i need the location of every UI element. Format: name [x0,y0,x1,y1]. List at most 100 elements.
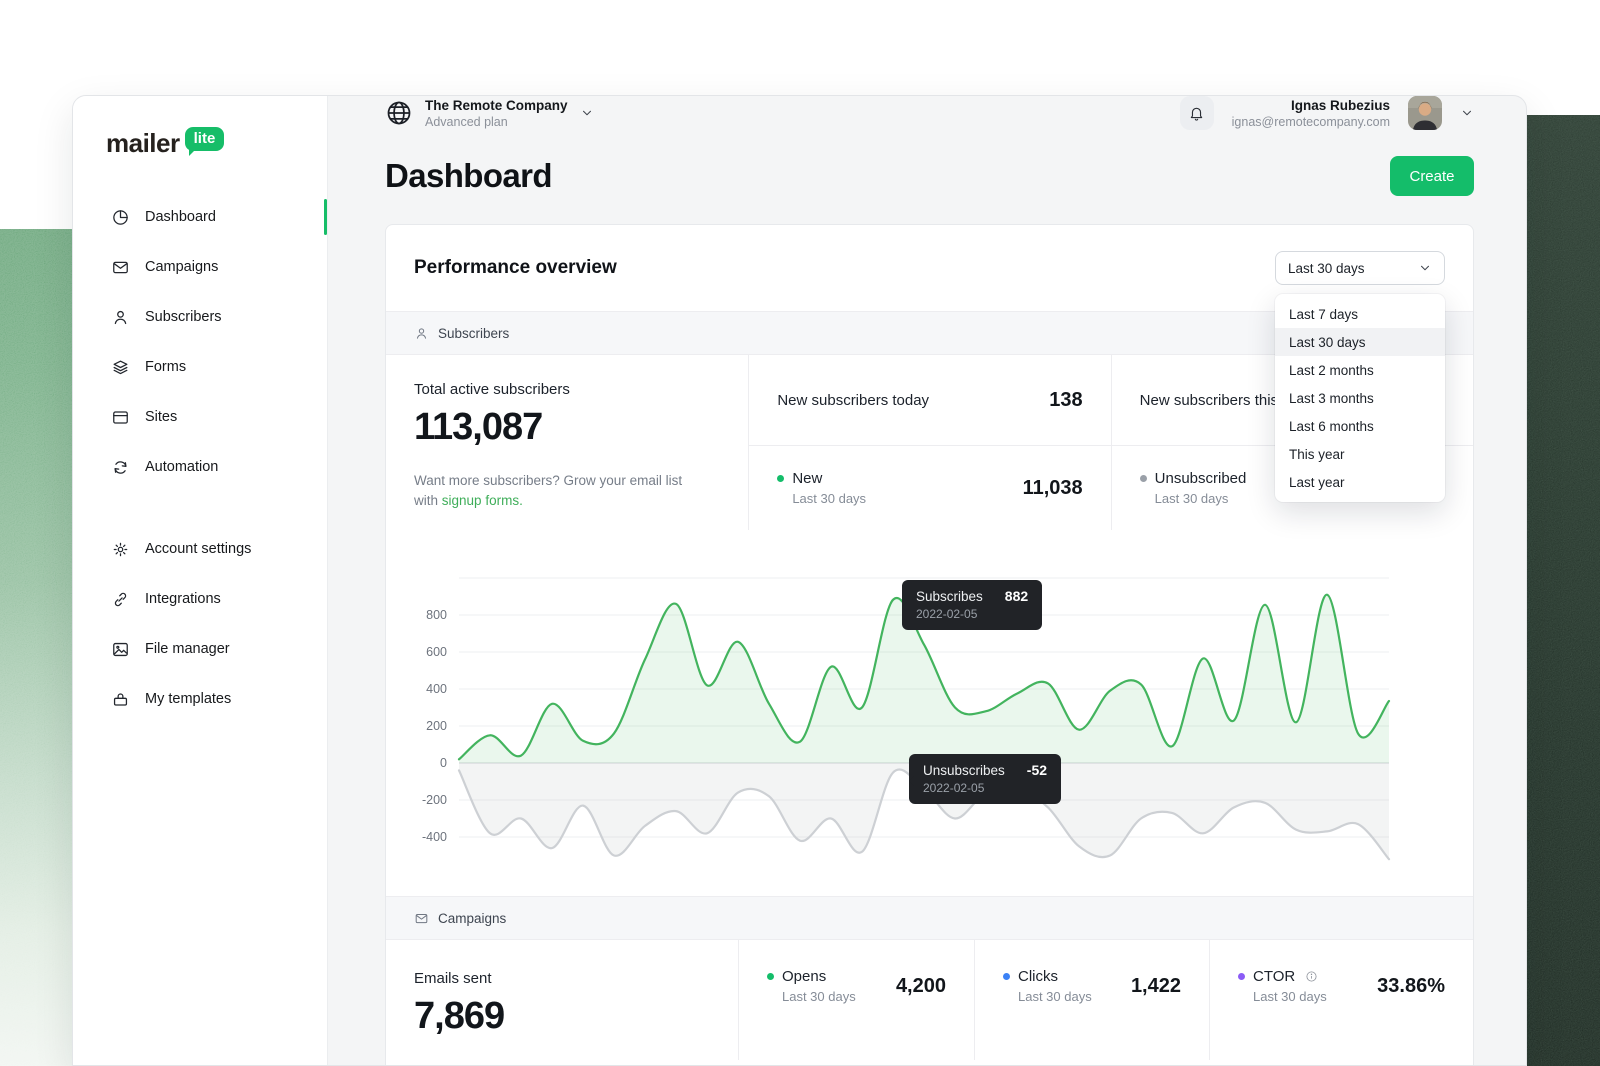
new-today-value: 138 [1049,389,1082,412]
logo-lite-badge: lite [185,127,225,151]
stat-sublabel: Last 30 days [792,491,866,506]
main-content: The Remote Company Advanced plan Ignas R… [328,96,1526,1065]
stat-sublabel: Last 30 days [1253,989,1327,1004]
sidebar-item-sites[interactable]: Sites [73,392,327,442]
info-icon[interactable] [1305,970,1318,983]
card-title: Performance overview [414,257,617,279]
notifications-button[interactable] [1180,96,1214,130]
menu-item-this-year[interactable]: This year [1275,440,1445,468]
stat-label: CTOR [1253,968,1295,985]
svg-text:600: 600 [426,645,447,659]
gear-icon [111,540,130,559]
mailerlite-logo[interactable]: mailer lite [106,126,327,162]
total-subscribers-value: 113,087 [414,406,720,449]
sidebar-item-file-manager[interactable]: File manager [73,624,327,674]
grow-list-hint: Want more subscribers? Grow your email l… [414,471,694,512]
sidebar-item-campaigns[interactable]: Campaigns [73,242,327,292]
stat-label: New [792,470,822,487]
company-name: The Remote Company [425,98,568,113]
sidebar-item-label: Subscribers [145,309,222,325]
subscribers-chart[interactable]: 8006004002000-200-400 Subscribes 882 202… [386,530,1473,896]
tooltip-series-label: Subscribes [916,589,983,604]
person-icon [111,308,130,327]
opens-value: 4,200 [896,975,946,998]
clicks-cell: Clicks Last 30 days 1,422 [974,940,1209,1060]
sidebar-item-label: Account settings [145,541,251,557]
date-range-value: Last 30 days [1288,261,1365,276]
create-button[interactable]: Create [1390,156,1474,196]
sidebar: mailer lite Dashboard Campaigns Subscrib… [73,96,328,1065]
chevron-down-icon [1418,261,1432,275]
total-subscribers-cell: Total active subscribers 113,087 Want mo… [386,355,748,530]
company-switcher[interactable]: The Remote Company Advanced plan [385,98,594,129]
user-email: ignas@remotecompany.com [1232,115,1390,129]
link-icon [111,590,130,609]
chevron-down-icon[interactable] [1460,106,1474,120]
sidebar-item-dashboard[interactable]: Dashboard [73,192,327,242]
chevron-down-icon [580,106,594,120]
campaigns-section-band: Campaigns [386,896,1473,940]
menu-item-last-6-months[interactable]: Last 6 months [1275,412,1445,440]
sidebar-nav: Dashboard Campaigns Subscribers Forms Si… [73,192,327,724]
stat-label: Unsubscribed [1155,470,1247,487]
app-window: mailer lite Dashboard Campaigns Subscrib… [72,95,1527,1066]
svg-text:200: 200 [426,719,447,733]
page-head: Dashboard Create [385,156,1474,196]
user-avatar[interactable] [1408,96,1442,130]
emails-sent-cell: Emails sent 7,869 [386,940,738,1060]
stat-label: New subscribers today [777,392,929,409]
subscribes-tooltip: Subscribes 882 2022-02-05 [902,580,1042,630]
sidebar-item-label: My templates [145,691,231,707]
tooltip-date: 2022-02-05 [923,781,1047,795]
emails-sent-value: 7,869 [414,995,710,1038]
topbar: The Remote Company Advanced plan Ignas R… [328,96,1526,130]
backdrop-green-texture [0,229,72,1066]
clicks-dot [1003,973,1010,980]
box-icon [111,690,130,709]
sidebar-item-label: Integrations [145,591,221,607]
sidebar-item-label: Forms [145,359,186,375]
menu-item-last-2-months[interactable]: Last 2 months [1275,356,1445,384]
globe-icon [385,99,413,127]
image-icon [111,640,130,659]
sidebar-item-integrations[interactable]: Integrations [73,574,327,624]
stat-label: Emails sent [414,970,710,987]
signup-forms-link[interactable]: signup forms. [442,493,523,508]
sidebar-item-my-templates[interactable]: My templates [73,674,327,724]
sidebar-item-account-settings[interactable]: Account settings [73,524,327,574]
logo-wordmark: mailer [106,126,180,160]
stat-label: Clicks [1018,968,1058,985]
person-icon [414,326,429,341]
sidebar-item-automation[interactable]: Automation [73,442,327,492]
sidebar-item-forms[interactable]: Forms [73,342,327,392]
menu-item-last-year[interactable]: Last year [1275,468,1445,496]
page-title: Dashboard [385,157,552,195]
browser-icon [111,408,130,427]
sidebar-item-label: File manager [145,641,230,657]
stat-label: Total active subscribers [414,381,720,398]
user-block[interactable]: Ignas Rubezius ignas@remotecompany.com [1232,98,1390,129]
sidebar-item-label: Campaigns [145,259,218,275]
envelope-icon [111,258,130,277]
clicks-value: 1,422 [1131,975,1181,998]
date-range-select[interactable]: Last 30 days [1275,251,1445,285]
opens-dot [767,973,774,980]
avatar-photo [1408,96,1442,130]
date-range-selector: Last 30 days Last 7 days Last 30 days La… [1275,251,1445,285]
ctor-cell: CTOR Last 30 days 33.86% [1209,940,1473,1060]
stat-label: Opens [782,968,826,985]
date-range-menu: Last 7 days Last 30 days Last 2 months L… [1275,294,1445,502]
sidebar-item-subscribers[interactable]: Subscribers [73,292,327,342]
section-label: Subscribers [438,326,509,341]
sidebar-item-label: Sites [145,409,177,425]
new-30days-row: New Last 30 days 11,038 [749,446,1110,530]
company-plan: Advanced plan [425,115,568,129]
performance-overview-card: Performance overview Last 30 days Last 7… [385,224,1474,1066]
menu-item-last-3-months[interactable]: Last 3 months [1275,384,1445,412]
menu-item-last-30-days[interactable]: Last 30 days [1275,328,1445,356]
backdrop-dark-texture [1527,115,1600,1066]
svg-text:-200: -200 [422,793,447,807]
menu-item-last-7-days[interactable]: Last 7 days [1275,300,1445,328]
grain-texture [0,229,72,1066]
stat-sublabel: Last 30 days [1155,491,1247,506]
